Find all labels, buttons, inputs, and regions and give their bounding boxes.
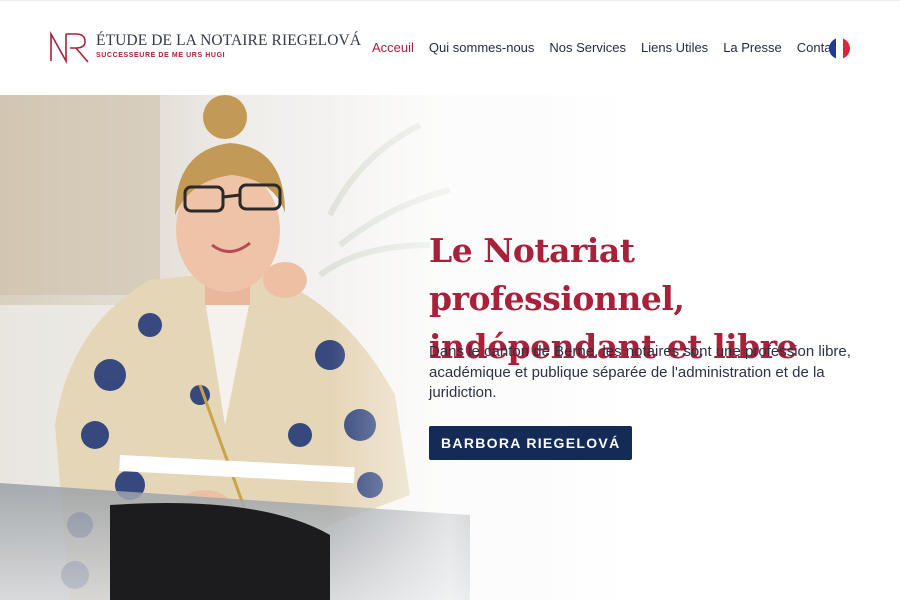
nav-item-acceuil[interactable]: Acceuil	[372, 40, 414, 55]
nav-item-qui-sommes-nous[interactable]: Qui sommes-nous	[429, 40, 534, 55]
nr-monogram-logo	[50, 31, 89, 65]
logo-subtitle: SUCCESSEURE DE ME URS HUGI	[96, 52, 226, 59]
barbora-riegelova-button[interactable]: BARBORA RIEGELOVÁ	[429, 426, 633, 460]
hero-section: Le Notariat professionnel, indépendant e…	[0, 95, 900, 600]
main-nav: Acceuil Qui sommes-nous Nos Services Lie…	[372, 40, 857, 55]
hero-title-line-1: Le Notariat professionnel,	[429, 231, 685, 318]
logo[interactable]: ÉTUDE DE LA NOTAIRE RIEGELOVÁ SUCCESSEUR…	[48, 31, 361, 65]
french-flag-icon[interactable]	[829, 38, 850, 59]
nav-item-la-presse[interactable]: La Presse	[723, 40, 782, 55]
logo-title: ÉTUDE DE LA NOTAIRE RIEGELOVÁ	[96, 32, 362, 49]
nav-item-nos-services[interactable]: Nos Services	[549, 40, 626, 55]
hero-description: Dans le canton de Berne, les notaires so…	[429, 343, 851, 401]
nav-item-liens-utiles[interactable]: Liens Utiles	[641, 40, 708, 55]
site-header: ÉTUDE DE LA NOTAIRE RIEGELOVÁ SUCCESSEUR…	[0, 0, 900, 95]
